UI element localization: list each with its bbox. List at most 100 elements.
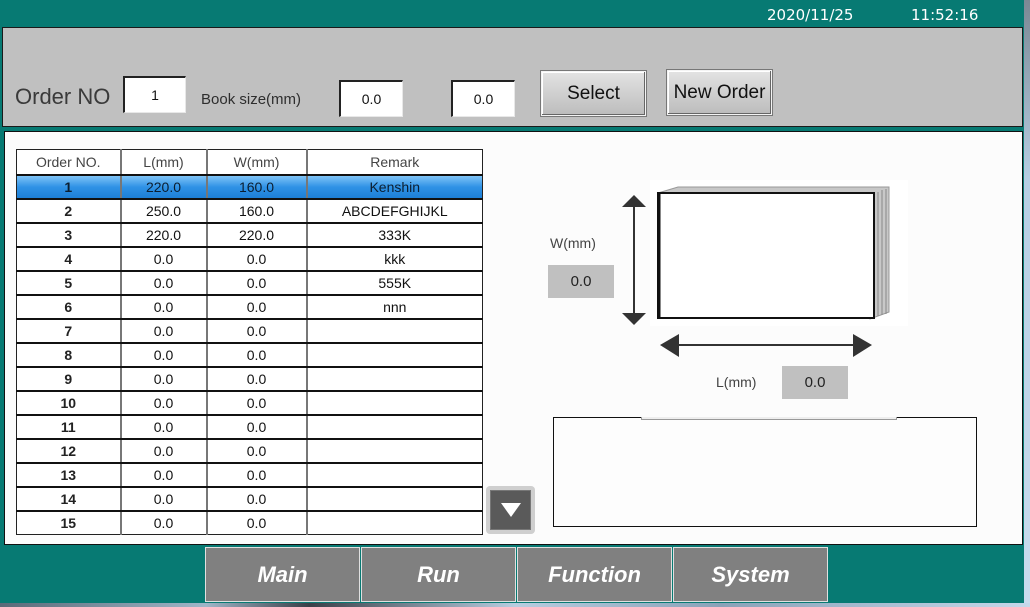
cell-length: 220.0 [119, 174, 207, 200]
cell-length: 220.0 [119, 222, 207, 248]
cell-length: 0.0 [119, 510, 207, 535]
book-pages-icon [656, 186, 890, 320]
cell-length: 0.0 [119, 294, 207, 320]
cell-order-no: 9 [16, 366, 121, 392]
cell-length: 0.0 [119, 462, 207, 488]
table-row[interactable]: 15 0.0 0.0 [16, 510, 483, 535]
column-header-length: L(mm) [119, 149, 207, 176]
length-label: L(mm) [716, 374, 757, 390]
cell-length: 0.0 [119, 414, 207, 440]
orders-table: Order NO. L(mm) W(mm) Remark 1 220.0 160.0… [16, 149, 483, 535]
desktop-background-edge [1024, 0, 1030, 603]
cell-length: 0.0 [119, 366, 207, 392]
order-no-label: Order NO [15, 84, 111, 109]
cell-order-no: 5 [16, 270, 121, 296]
new-order-button[interactable]: New Order [666, 69, 773, 116]
cell-order-no: 2 [16, 198, 121, 224]
cell-length: 250.0 [119, 198, 207, 224]
select-button[interactable]: Select [540, 70, 647, 117]
cell-remark [305, 390, 483, 416]
book-size-width-input[interactable]: 0.0 [451, 80, 515, 117]
triangle-down-icon [500, 503, 521, 517]
cell-remark: kkk [305, 246, 483, 272]
cell-width: 0.0 [205, 246, 307, 272]
cell-width: 0.0 [205, 294, 307, 320]
table-row[interactable]: 4 0.0 0.0 kkk [16, 246, 483, 272]
column-header-remark: Remark [305, 149, 483, 176]
table-row[interactable]: 1 220.0 160.0 Kenshin [16, 174, 483, 200]
width-arrow-icon [622, 195, 646, 325]
cell-order-no: 1 [16, 174, 121, 200]
cell-width: 0.0 [205, 318, 307, 344]
cell-remark: Kenshin [305, 174, 483, 200]
table-row[interactable]: 6 0.0 0.0 nnn [16, 294, 483, 320]
cell-width: 0.0 [205, 366, 307, 392]
cell-order-no: 11 [16, 414, 121, 440]
length-value-display: 0.0 [782, 366, 848, 399]
table-row[interactable]: 2 250.0 160.0 ABCDEFGHIJKL [16, 198, 483, 224]
width-value-display: 0.0 [548, 265, 614, 298]
message-display-box [553, 417, 977, 527]
cell-length: 0.0 [119, 438, 207, 464]
cell-order-no: 8 [16, 342, 121, 368]
book-diagram [622, 180, 908, 357]
cell-remark: ABCDEFGHIJKL [305, 198, 483, 224]
cell-remark: 555K [305, 270, 483, 296]
column-header-order-no: Order NO. [16, 149, 121, 176]
status-date: 2020/11/25 [767, 6, 854, 24]
cell-remark [305, 462, 483, 488]
cell-remark [305, 510, 483, 535]
cell-width: 0.0 [205, 438, 307, 464]
cell-remark [305, 438, 483, 464]
nav-system-button[interactable]: System [673, 547, 828, 602]
cell-width: 160.0 [205, 174, 307, 200]
cell-remark: 333K [305, 222, 483, 248]
column-header-width: W(mm) [205, 149, 307, 176]
nav-function-button[interactable]: Function [517, 547, 672, 602]
cell-length: 0.0 [119, 342, 207, 368]
nav-main-button[interactable]: Main [205, 547, 360, 602]
cell-order-no: 6 [16, 294, 121, 320]
cell-length: 0.0 [119, 246, 207, 272]
cell-remark: nnn [305, 294, 483, 320]
table-row[interactable]: 11 0.0 0.0 [16, 414, 483, 440]
cell-width: 0.0 [205, 390, 307, 416]
cell-order-no: 7 [16, 318, 121, 344]
table-row[interactable]: 3 220.0 220.0 333K [16, 222, 483, 248]
cell-remark [305, 414, 483, 440]
table-row[interactable]: 7 0.0 0.0 [16, 318, 483, 344]
message-box-tab [641, 417, 897, 420]
cell-length: 0.0 [119, 390, 207, 416]
cell-length: 0.0 [119, 318, 207, 344]
cell-width: 0.0 [205, 414, 307, 440]
table-row[interactable]: 12 0.0 0.0 [16, 438, 483, 464]
table-row[interactable]: 10 0.0 0.0 [16, 390, 483, 416]
cell-order-no: 14 [16, 486, 121, 512]
width-label: W(mm) [550, 235, 596, 251]
cell-remark [305, 486, 483, 512]
cell-remark [305, 342, 483, 368]
nav-run-button[interactable]: Run [361, 547, 516, 602]
status-time: 11:52:16 [911, 6, 979, 24]
length-arrow-icon [660, 334, 872, 357]
cell-order-no: 4 [16, 246, 121, 272]
table-row[interactable]: 9 0.0 0.0 [16, 366, 483, 392]
cell-remark [305, 366, 483, 392]
table-row[interactable]: 8 0.0 0.0 [16, 342, 483, 368]
orders-table-header: Order NO. L(mm) W(mm) Remark [16, 149, 483, 176]
desktop-background-strip [0, 603, 1030, 607]
scroll-down-button[interactable] [486, 486, 535, 534]
cell-order-no: 12 [16, 438, 121, 464]
order-no-input[interactable]: 1 [123, 76, 186, 113]
cell-width: 0.0 [205, 486, 307, 512]
book-size-length-input[interactable]: 0.0 [339, 80, 403, 117]
cell-length: 0.0 [119, 486, 207, 512]
cell-remark [305, 318, 483, 344]
table-row[interactable]: 14 0.0 0.0 [16, 486, 483, 512]
cell-order-no: 3 [16, 222, 121, 248]
cell-width: 160.0 [205, 198, 307, 224]
table-row[interactable]: 13 0.0 0.0 [16, 462, 483, 488]
table-row[interactable]: 5 0.0 0.0 555K [16, 270, 483, 296]
cell-width: 0.0 [205, 462, 307, 488]
cell-width: 0.0 [205, 342, 307, 368]
